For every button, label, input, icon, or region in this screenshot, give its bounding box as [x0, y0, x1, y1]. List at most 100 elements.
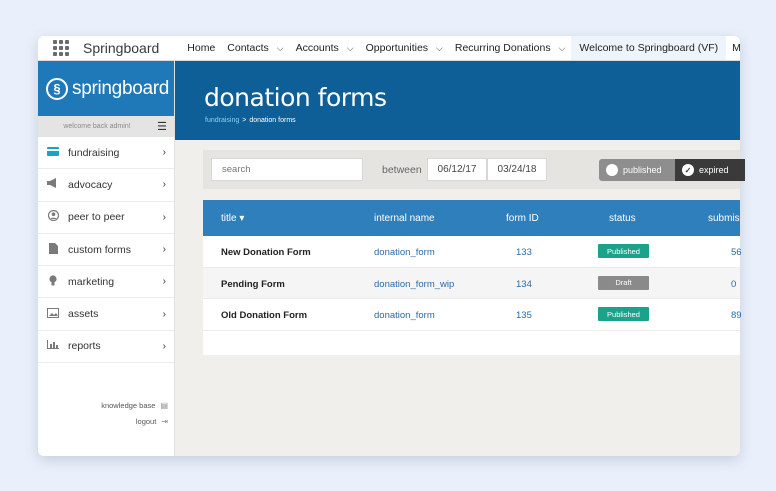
submissions-link[interactable]: 89 — [731, 310, 742, 321]
column-header-status[interactable]: status — [609, 213, 636, 224]
expired-label: expired — [699, 165, 729, 175]
nav-accounts[interactable]: Accounts ⌵ — [290, 36, 360, 60]
donation-forms-table: title ▾ internal name form ID status sub… — [203, 200, 742, 355]
table-row[interactable]: Pending Form donation_form_wip 134 Draft… — [203, 267, 740, 299]
chevron-down-icon[interactable]: ⌵ — [277, 43, 284, 54]
sidebar-item-assets[interactable]: assets › — [38, 298, 174, 331]
chevron-right-icon: › — [162, 276, 166, 288]
document-icon — [46, 242, 60, 257]
logout-link[interactable]: logout ⇥ — [136, 417, 168, 426]
form-title[interactable]: Old Donation Form — [221, 310, 307, 321]
top-nav: Springboard Home Contacts ⌵ Accounts ⌵ Opp… — [38, 36, 740, 61]
logo-area[interactable]: § springboard — [38, 61, 174, 116]
table-header: title ▾ internal name form ID status sub… — [203, 200, 740, 236]
person-icon — [46, 210, 60, 224]
date-to-input[interactable]: 03/24/18 — [487, 158, 547, 181]
check-icon: ✓ — [682, 164, 694, 176]
card-icon — [46, 146, 60, 159]
chevron-right-icon: › — [162, 211, 166, 223]
internal-name-link[interactable]: donation_form_wip — [374, 279, 454, 290]
chevron-down-icon[interactable]: ⌵ — [347, 43, 354, 54]
app-name: Springboard — [83, 40, 160, 56]
table-row[interactable]: Old Donation Form donation_form 135 Publ… — [203, 299, 742, 331]
nav-more[interactable]: Mo — [726, 36, 740, 60]
sidebar-item-custom-forms[interactable]: custom forms › — [38, 234, 174, 267]
nav-contacts-label: Contacts — [227, 42, 269, 54]
form-id-link[interactable]: 133 — [516, 247, 532, 258]
nav-home[interactable]: Home — [181, 36, 221, 60]
sidebar-item-fundraising[interactable]: fundraising › — [38, 137, 174, 170]
nav-welcome-label: Welcome to Springboard (VF) — [579, 42, 719, 54]
app-launcher-icon[interactable] — [53, 40, 69, 56]
date-from-input[interactable]: 06/12/17 — [427, 158, 487, 181]
chevron-right-icon: › — [162, 340, 166, 352]
logout-label: logout — [135, 417, 157, 426]
breadcrumb: fundraising > donation forms — [205, 117, 296, 124]
sidebar-item-label: assets — [68, 308, 99, 321]
nav-opportunities-label: Opportunities — [365, 42, 429, 54]
submissions-link[interactable]: 56 — [731, 247, 742, 258]
sidebar-item-reports[interactable]: reports › — [38, 331, 174, 364]
sidebar-item-label: advocacy — [68, 178, 113, 191]
springboard-logo-icon: § — [46, 77, 68, 100]
page-title: donation forms — [204, 83, 387, 112]
chevron-down-icon[interactable]: ⌵ — [559, 43, 566, 54]
hamburger-menu-icon[interactable]: ☰ — [156, 120, 168, 133]
column-header-title[interactable]: title ▾ — [221, 213, 244, 224]
chevron-right-icon: › — [162, 179, 166, 191]
search-input[interactable] — [211, 158, 363, 181]
breadcrumb-separator: > — [242, 117, 247, 124]
sidebar-item-label: fundraising — [68, 146, 120, 159]
column-header-internal-name[interactable]: internal name — [374, 213, 435, 224]
status-badge: Published — [598, 244, 649, 258]
status-badge: Published — [598, 307, 649, 321]
images-icon — [46, 307, 60, 321]
published-toggle[interactable]: published — [599, 159, 675, 181]
sidebar-item-label: reports — [68, 340, 101, 353]
column-header-form-id[interactable]: form ID — [506, 213, 539, 224]
bar-chart-icon — [46, 340, 60, 352]
column-title-label: title — [221, 213, 237, 224]
sort-down-icon: ▾ — [239, 213, 245, 224]
form-id-link[interactable]: 134 — [516, 279, 532, 290]
sidebar-item-peer-to-peer[interactable]: peer to peer › — [38, 202, 174, 234]
sidebar-item-label: custom forms — [68, 243, 132, 256]
submissions-link[interactable]: 0 — [731, 279, 736, 290]
sidebar-item-marketing[interactable]: marketing › — [38, 266, 174, 299]
nav-opportunities[interactable]: Opportunities ⌵ — [360, 36, 449, 60]
chevron-right-icon: › — [162, 308, 166, 320]
table-row[interactable]: New Donation Form donation_form 133 Publ… — [203, 236, 742, 268]
form-title[interactable]: New Donation Form — [221, 247, 311, 258]
nav-home-label: Home — [187, 42, 216, 54]
status-badge: Draft — [598, 275, 649, 290]
internal-name-link[interactable]: donation_form — [374, 247, 435, 258]
book-icon: ▤ — [160, 401, 168, 410]
chevron-down-icon[interactable]: ⌵ — [436, 43, 443, 54]
radio-icon — [606, 164, 618, 176]
breadcrumb-fundraising-link[interactable]: fundraising — [205, 117, 239, 124]
nav-recurring-donations-label: Recurring Donations — [454, 42, 551, 54]
nav-welcome-tab[interactable]: Welcome to Springboard (VF) — [571, 36, 727, 60]
between-label: between — [382, 164, 422, 176]
column-header-submissions[interactable]: submis — [708, 213, 740, 224]
form-title[interactable]: Pending Form — [221, 279, 285, 290]
sidebar-item-advocacy[interactable]: advocacy › — [38, 169, 174, 202]
breadcrumb-current: donation forms — [249, 117, 296, 124]
welcome-bar: welcome back admin! ☰ — [38, 116, 174, 137]
nav-contacts[interactable]: Contacts ⌵ — [221, 36, 289, 60]
knowledge-base-label: knowledge base — [101, 401, 156, 410]
sidebar-item-label: peer to peer — [68, 211, 125, 224]
bulb-icon — [46, 275, 60, 289]
nav-accounts-label: Accounts — [295, 42, 339, 54]
internal-name-link[interactable]: donation_form — [374, 310, 435, 321]
welcome-text: welcome back admin! — [63, 123, 131, 130]
nav-more-label: Mo — [732, 42, 740, 54]
expired-toggle[interactable]: ✓ expired — [675, 159, 745, 181]
sidebar-item-label: marketing — [68, 275, 115, 288]
knowledge-base-link[interactable]: knowledge base ▤ — [101, 401, 168, 410]
chevron-right-icon: › — [162, 147, 166, 159]
filter-bar: between 06/12/17 03/24/18 published ✓ ex… — [203, 150, 745, 189]
form-id-link[interactable]: 135 — [516, 310, 532, 321]
logo-text: springboard — [72, 77, 170, 99]
nav-recurring-donations[interactable]: Recurring Donations ⌵ — [449, 36, 572, 60]
